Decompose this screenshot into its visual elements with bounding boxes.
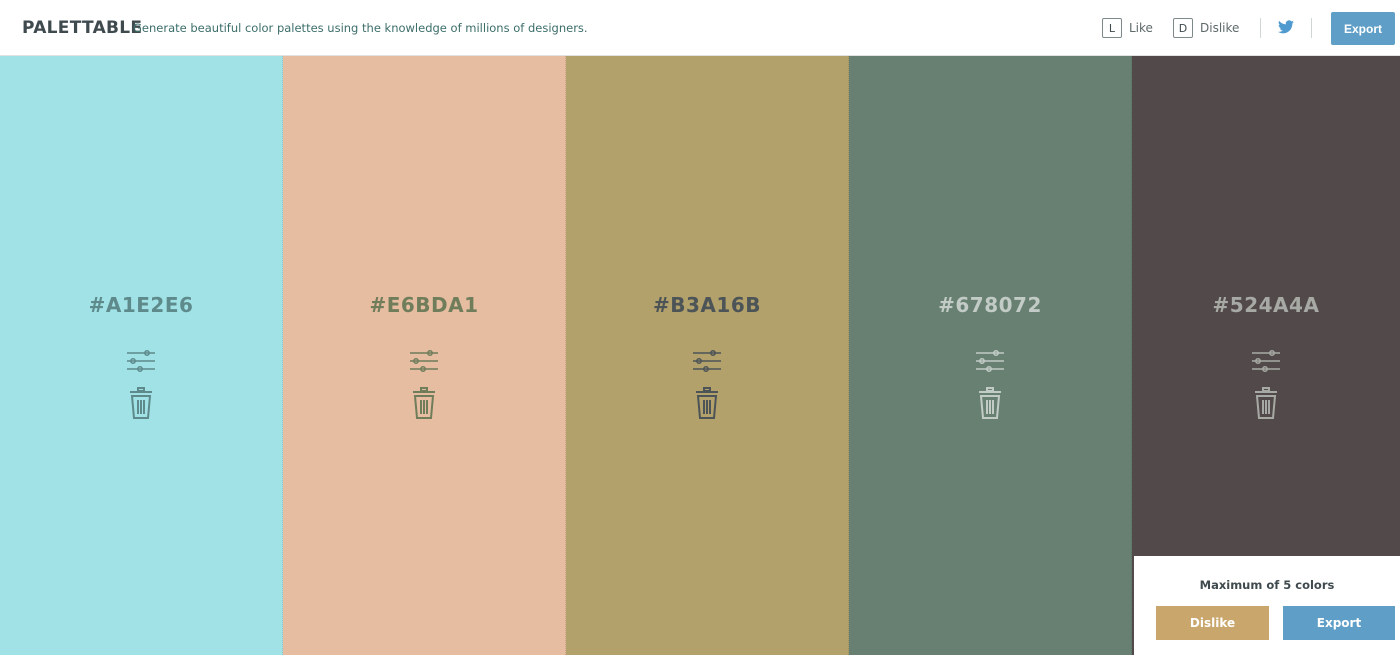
- color-swatch[interactable]: #A1E2E6: [0, 56, 283, 655]
- top-bar: PALETTABLE Generate beautiful color pale…: [0, 0, 1400, 56]
- like-label: Like: [1129, 21, 1153, 35]
- color-swatch[interactable]: #E6BDA1: [283, 56, 566, 655]
- app-logo[interactable]: PALETTABLE: [22, 18, 142, 38]
- like-key-badge: L: [1102, 18, 1122, 38]
- hex-code[interactable]: #A1E2E6: [0, 293, 282, 317]
- hex-code[interactable]: #524A4A: [1132, 293, 1400, 317]
- export-button[interactable]: Export: [1331, 12, 1395, 45]
- divider: [1311, 18, 1312, 38]
- like-shortcut[interactable]: L Like: [1102, 17, 1153, 39]
- trash-icon[interactable]: [1254, 387, 1278, 419]
- color-swatch[interactable]: #B3A16B: [566, 56, 849, 655]
- trash-icon[interactable]: [412, 387, 436, 419]
- divider: [1260, 18, 1261, 38]
- max-colors-message: Maximum of 5 colors: [1199, 578, 1335, 592]
- color-swatch[interactable]: #678072: [849, 56, 1132, 655]
- dislike-shortcut[interactable]: D Dislike: [1173, 17, 1239, 39]
- adjust-sliders-icon[interactable]: [1250, 349, 1282, 373]
- dislike-key-badge: D: [1173, 18, 1193, 38]
- adjust-sliders-icon[interactable]: [408, 349, 440, 373]
- trash-icon[interactable]: [129, 387, 153, 419]
- export-button[interactable]: Export: [1283, 606, 1395, 640]
- adjust-sliders-icon[interactable]: [691, 349, 723, 373]
- limit-panel: Maximum of 5 colors Dislike Export: [1134, 556, 1400, 655]
- hex-code[interactable]: #B3A16B: [566, 293, 848, 317]
- trash-icon[interactable]: [978, 387, 1002, 419]
- adjust-sliders-icon[interactable]: [974, 349, 1006, 373]
- adjust-sliders-icon[interactable]: [125, 349, 157, 373]
- hex-code[interactable]: #678072: [849, 293, 1131, 317]
- dislike-label: Dislike: [1200, 21, 1240, 35]
- tagline: Generate beautiful color palettes using …: [133, 21, 588, 35]
- hex-code[interactable]: #E6BDA1: [283, 293, 565, 317]
- dislike-button[interactable]: Dislike: [1156, 606, 1269, 640]
- twitter-icon[interactable]: [1278, 20, 1294, 34]
- trash-icon[interactable]: [695, 387, 719, 419]
